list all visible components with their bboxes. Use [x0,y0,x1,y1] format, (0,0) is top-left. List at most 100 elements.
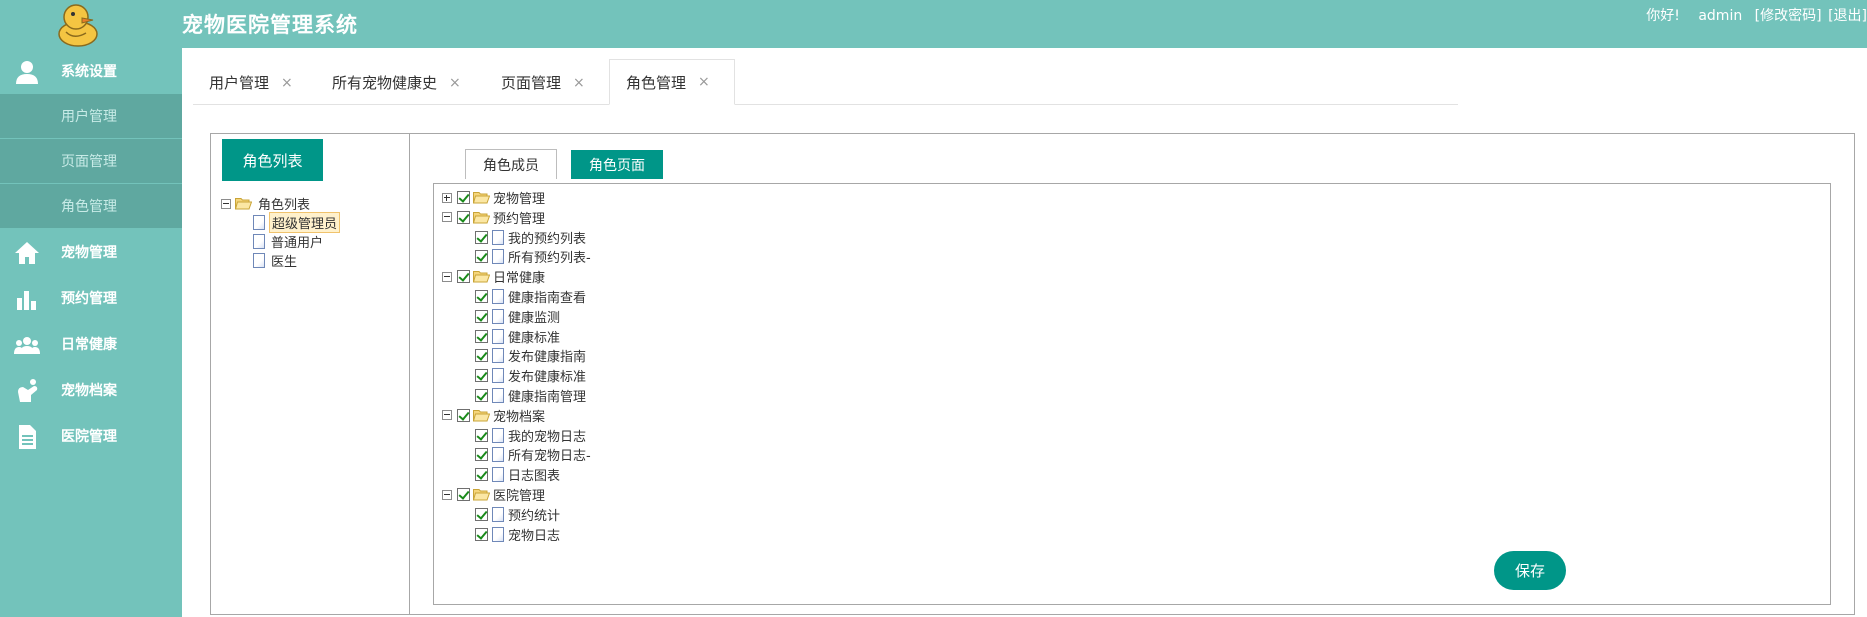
file-icon [253,253,265,268]
sidebar-item-appointment-management[interactable]: 预约管理 [0,275,182,321]
sidebar-item-label: 医院管理 [61,429,117,445]
checkbox[interactable] [457,408,470,422]
checkbox[interactable] [457,270,470,284]
sidebar-item-hospital-management[interactable]: 医院管理 [0,413,182,459]
tab-label: 角色管理 [626,73,687,92]
close-icon[interactable]: × [449,75,461,91]
top-header: 宠物医院管理系统 你好! admin [修改密码] [退出] [0,0,1867,48]
sidebar: 系统设置 用户管理 页面管理 角色管理 宠物管理 预约管理 日常健康 宠物档案 … [0,48,182,617]
checkbox[interactable] [457,191,470,204]
sidebar-item-system-settings[interactable]: 系统设置 [0,48,182,94]
role-detail-panel: 角色成员 角色页面 宠物管理预约管理 我的预约列表 所有预约列表- 日常健康 健康指南查… [411,134,1854,614]
tree-node-page[interactable]: 我的预约列表 [475,228,588,247]
tree-node-label: 我的宠物日志 [508,429,587,445]
people-icon [14,332,40,358]
tree-node-role-doctor[interactable]: 医生 [253,251,299,270]
expand-icon[interactable] [442,192,452,203]
close-icon[interactable]: × [281,75,293,91]
logout-link[interactable]: [退出] [1828,8,1867,24]
change-password-link[interactable]: [修改密码] [1755,8,1822,24]
folder-open-icon [472,488,491,501]
checkbox[interactable] [475,527,488,541]
file-icon [492,427,504,443]
close-icon[interactable]: × [573,75,585,91]
sidebar-subitem-user-management[interactable]: 用户管理 [0,94,182,139]
tab-label: 页面管理 [501,74,562,92]
tree-node-label: 日常健康 [493,271,546,287]
tree-node-page[interactable]: 发布健康指南 [475,346,588,365]
tree-node-page[interactable]: 健康标准 [475,327,562,346]
tree-node-role-root[interactable]: 角色列表 [221,194,312,213]
tree-node-group[interactable]: 预约管理 [442,208,547,227]
collapse-icon[interactable] [221,198,231,209]
checkbox[interactable] [457,488,470,501]
tree-node-label: 发布健康标准 [508,370,587,386]
tree-node-label: 发布健康指南 [508,350,587,366]
page-tabs: 用户管理 × 所有宠物健康史 × 页面管理 × 角色管理 × [193,58,1458,105]
sidebar-item-daily-health[interactable]: 日常健康 [0,321,182,367]
close-icon[interactable]: × [698,74,710,90]
file-icon [492,506,504,522]
tree-node-group[interactable]: 宠物档案 [442,406,547,425]
tab-role-members[interactable]: 角色成员 [465,149,557,179]
tree-node-page[interactable]: 所有宠物日志- [475,445,593,464]
folder-open-icon [472,270,491,283]
tree-node-page[interactable]: 发布健康标准 [475,366,588,385]
tab-label: 用户管理 [209,74,270,92]
collapse-icon[interactable] [442,271,452,282]
tab-role-management[interactable]: 角色管理 × [609,59,735,105]
folder-open-icon [234,197,253,210]
tab-label: 所有宠物健康史 [332,74,438,92]
file-icon [253,215,265,230]
file-icon [492,467,504,483]
sidebar-item-pet-records[interactable]: 宠物档案 [0,367,182,413]
file-icon [492,388,504,403]
app-root: 宠物医院管理系统 你好! admin [修改密码] [退出] 系统设置 用户管理… [0,0,1867,617]
permission-tree: 宠物管理预约管理 我的预约列表 所有预约列表- 日常健康 健康指南查看 健康监测健康标准发… [442,188,842,548]
file-icon [492,308,504,324]
tree-node-page[interactable]: 我的宠物日志 [475,426,588,445]
checkbox[interactable] [457,210,470,224]
checkbox[interactable] [475,309,488,323]
sidebar-subitem-page-management[interactable]: 页面管理 [0,139,182,184]
tab-page-management[interactable]: 页面管理 × [485,60,585,105]
tree-node-label: 角色列表 [258,198,311,213]
checkbox[interactable] [475,448,488,462]
tree-node-page[interactable]: 日志图表 [475,465,562,484]
tree-node-group[interactable]: 日常健康 [442,267,547,286]
tab-all-pet-health-history[interactable]: 所有宠物健康史 × [316,60,461,105]
checkbox[interactable] [475,349,488,363]
bar-chart-icon [14,286,40,312]
sidebar-item-pet-management[interactable]: 宠物管理 [0,229,182,275]
checkbox[interactable] [475,230,488,244]
checkbox[interactable] [475,468,488,482]
checkbox[interactable] [475,428,488,442]
tree-node-group[interactable]: 宠物管理 [442,188,547,207]
tree-node-page[interactable]: 所有预约列表- [475,247,593,266]
tree-node-page[interactable]: 预约统计 [475,505,562,524]
tree-node-role-normal-user[interactable]: 普通用户 [253,232,325,251]
tree-node-label: 预约管理 [493,211,546,227]
file-icon [492,328,504,344]
role-list-button[interactable]: 角色列表 [222,139,323,181]
checkbox[interactable] [475,507,488,521]
tree-node-group[interactable]: 医院管理 [442,485,547,504]
tab-role-pages[interactable]: 角色页面 [571,150,663,179]
checkbox[interactable] [475,250,488,264]
checkbox[interactable] [475,329,488,343]
tab-user-management[interactable]: 用户管理 × [193,60,293,105]
collapse-icon[interactable] [442,410,452,421]
collapse-icon[interactable] [442,489,452,500]
checkbox[interactable] [475,290,488,303]
checkbox[interactable] [475,389,488,402]
tree-node-page[interactable]: 宠物日志 [475,525,562,544]
tree-node-page[interactable]: 健康指南管理 [475,386,588,405]
collapse-icon[interactable] [442,212,452,223]
tree-node-page[interactable]: 健康指南查看 [475,287,588,306]
tree-node-role-super-admin[interactable]: 超级管理员 [253,212,341,233]
checkbox[interactable] [475,369,488,383]
tree-node-page[interactable]: 健康监测 [475,307,562,326]
sidebar-subitem-role-management[interactable]: 角色管理 [0,184,182,229]
tree-node-label: 健康标准 [508,330,561,346]
save-button[interactable]: 保存 [1494,551,1566,590]
